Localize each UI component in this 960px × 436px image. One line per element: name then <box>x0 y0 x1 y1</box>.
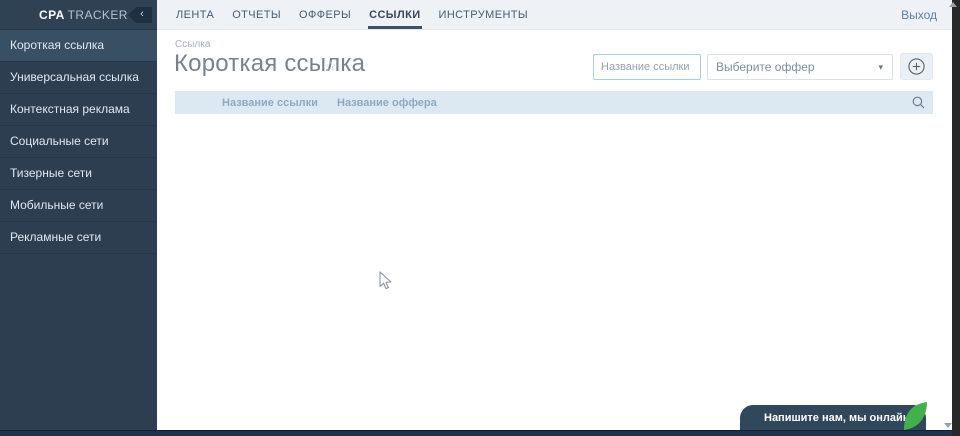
tab-reports[interactable]: ОТЧЕТЫ <box>223 0 290 29</box>
add-link-button[interactable] <box>900 53 933 80</box>
tab-lenta[interactable]: ЛЕНТА <box>167 0 223 29</box>
table-search-button[interactable] <box>912 96 925 109</box>
vertical-scrollbar[interactable] <box>952 0 960 436</box>
tab-tools[interactable]: ИНСТРУМЕНТЫ <box>430 0 538 29</box>
sidebar: CPA TRACKER ‹ Короткая ссылка Универсальн… <box>0 0 157 430</box>
link-name-input[interactable] <box>593 54 701 80</box>
window-bottom-edge <box>0 430 960 436</box>
column-header-link-name[interactable]: Название ссылки <box>222 97 337 109</box>
scrollbar-down-arrow-icon[interactable] <box>944 423 952 428</box>
main-tabs: ЛЕНТА ОТЧЕТЫ ОФФЕРЫ ССЫЛКИ ИНСТРУМЕНТЫ <box>157 0 537 29</box>
search-icon <box>912 96 925 109</box>
logo-suffix: TRACKER <box>67 7 128 22</box>
topbar: ЛЕНТА ОТЧЕТЫ ОФФЕРЫ ССЫЛКИ ИНСТРУМЕНТЫ В… <box>157 0 952 30</box>
chevron-down-icon: ▾ <box>878 62 883 72</box>
tab-offers[interactable]: ОФФЕРЫ <box>290 0 360 29</box>
logo-brand: CPA <box>39 7 65 22</box>
scrollbar-up-arrow-icon[interactable] <box>949 2 957 7</box>
sidebar-item-teaser-networks[interactable]: Тизерные сети <box>0 158 157 190</box>
jivo-chat-widget[interactable]: Напишите нам, мы онлайн! jivo <box>740 402 956 430</box>
tab-links[interactable]: ССЫЛКИ <box>360 0 429 29</box>
sidebar-item-ad-networks[interactable]: Рекламные сети <box>0 222 157 254</box>
sidebar-collapse-button[interactable]: ‹ <box>128 7 152 23</box>
offer-select[interactable]: Выберите оффер ▾ <box>707 54 893 80</box>
sidebar-item-universal-link[interactable]: Универсальная ссылка <box>0 62 157 94</box>
app-logo: CPA TRACKER <box>39 8 128 22</box>
main-content: Ссылка Короткая ссылка ☆ Выберите оффер … <box>157 30 952 430</box>
chat-message: Напишите нам, мы онлайн! <box>764 411 914 424</box>
plus-circle-icon <box>908 58 925 75</box>
chevron-left-icon: ‹ <box>140 8 144 20</box>
sidebar-item-mobile-networks[interactable]: Мобильные сети <box>0 190 157 222</box>
sidebar-item-short-link[interactable]: Короткая ссылка <box>0 30 157 62</box>
sidebar-item-social-networks[interactable]: Социальные сети <box>0 126 157 158</box>
sidebar-header: CPA TRACKER ‹ <box>0 0 157 30</box>
favorite-star-icon[interactable]: ☆ <box>324 58 337 75</box>
sidebar-item-context-ads[interactable]: Контекстная реклама <box>0 94 157 126</box>
breadcrumb: Ссылка <box>175 39 211 50</box>
column-header-offer-name[interactable]: Название оффера <box>337 97 437 109</box>
offer-select-value: Выберите оффер <box>716 60 815 74</box>
table-header-row: Название ссылки Название оффера <box>175 91 933 114</box>
logout-link[interactable]: Выход <box>901 0 952 29</box>
